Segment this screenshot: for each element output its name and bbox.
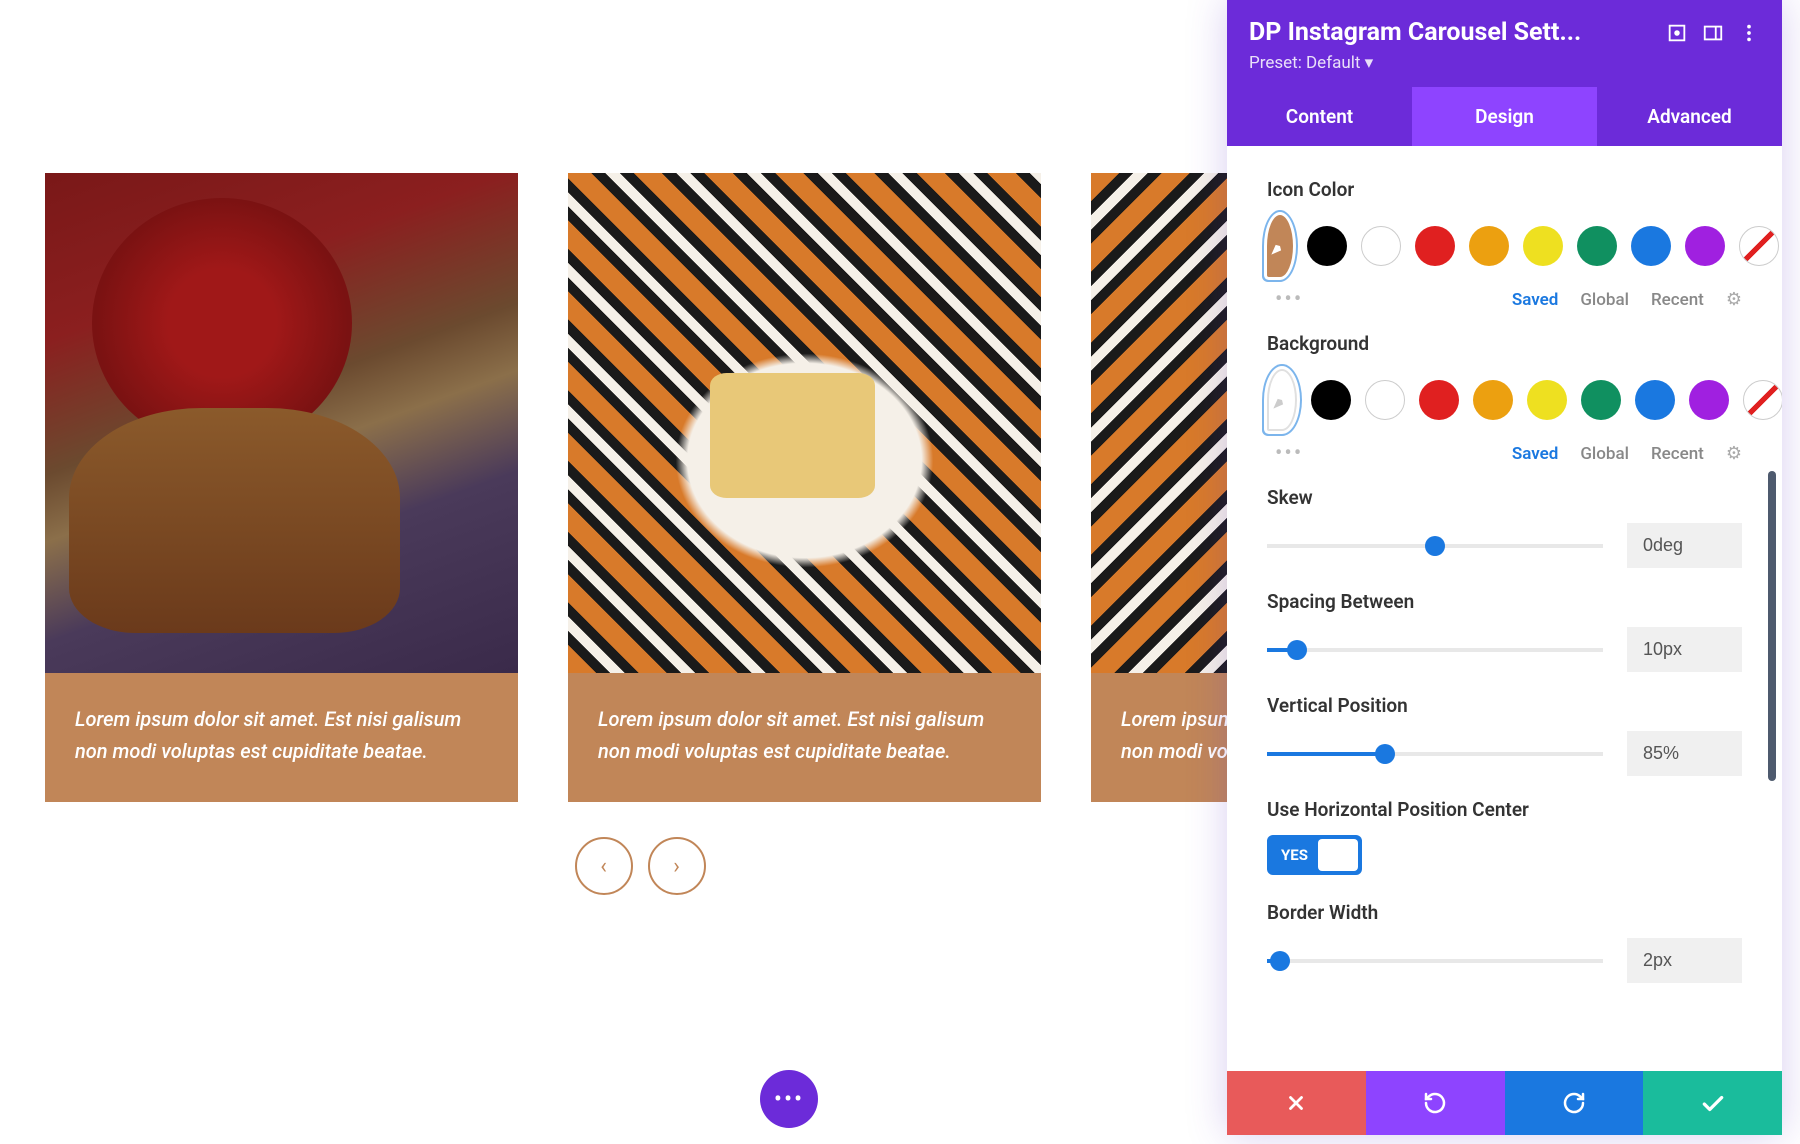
more-dots-icon[interactable]: ••• (1275, 287, 1303, 312)
carousel-nav: ‹ › (45, 837, 1235, 895)
swatch-purple[interactable] (1685, 226, 1725, 266)
label-spacing: Spacing Between (1267, 590, 1742, 613)
panel-tabs: Content Design Advanced (1227, 87, 1782, 146)
icon-color-subtabs: ••• Saved Global Recent ⚙ (1275, 287, 1742, 312)
tab-advanced[interactable]: Advanced (1597, 87, 1782, 146)
panel-header: DP Instagram Carousel Sett... Preset: De… (1227, 0, 1782, 87)
slider-thumb[interactable] (1270, 951, 1290, 971)
label-vpos: Vertical Position (1267, 694, 1742, 717)
picker-tab-global[interactable]: Global (1580, 290, 1629, 310)
card-caption: Lorem ipsum dolor sit amet. Est nisi gal… (45, 673, 518, 802)
swatch-black[interactable] (1311, 380, 1351, 420)
swatch-blue[interactable] (1631, 226, 1671, 266)
snap-icon[interactable] (1702, 22, 1724, 44)
spacing-value[interactable] (1627, 627, 1742, 672)
background-subtabs: ••• Saved Global Recent ⚙ (1275, 441, 1742, 466)
card-image (568, 173, 1041, 673)
vpos-value[interactable] (1627, 731, 1742, 776)
swatch-green[interactable] (1577, 226, 1617, 266)
swatch-none[interactable] (1743, 380, 1782, 420)
swatch-white[interactable] (1365, 380, 1405, 420)
prev-button[interactable]: ‹ (575, 837, 633, 895)
swatch-blue[interactable] (1635, 380, 1675, 420)
card-caption: Lorem ipsum dolor sit amet. Est nisi gal… (568, 673, 1041, 802)
gear-icon[interactable]: ⚙ (1726, 289, 1742, 310)
spacing-slider[interactable] (1267, 648, 1603, 652)
swatch-green[interactable] (1581, 380, 1621, 420)
label-hcenter: Use Horizontal Position Center (1267, 798, 1742, 821)
border-value[interactable] (1627, 938, 1742, 983)
label-icon-color: Icon Color (1267, 178, 1742, 201)
save-button[interactable] (1643, 1071, 1782, 1135)
settings-panel: DP Instagram Carousel Sett... Preset: De… (1227, 0, 1782, 1135)
tab-content[interactable]: Content (1227, 87, 1412, 146)
label-background: Background (1267, 332, 1742, 355)
color-picker-current[interactable] (1267, 369, 1297, 431)
carousel-card[interactable]: Lorem ipsum dolor sit amet. Est nisi gal… (568, 173, 1041, 802)
swatch-red[interactable] (1419, 380, 1459, 420)
more-dots-icon[interactable]: ••• (1275, 441, 1303, 466)
panel-title: DP Instagram Carousel Sett... (1249, 18, 1652, 47)
color-picker-current[interactable] (1267, 215, 1293, 277)
carousel: Lorem ipsum dolor sit amet. Est nisi gal… (45, 173, 1235, 895)
swatch-black[interactable] (1307, 226, 1347, 266)
scrollbar[interactable] (1768, 471, 1776, 781)
swatch-orange[interactable] (1469, 226, 1509, 266)
background-swatches (1267, 369, 1742, 431)
cancel-button[interactable] (1227, 1071, 1366, 1135)
preset-dropdown[interactable]: Preset: Default ▾ (1249, 53, 1760, 73)
undo-button[interactable] (1366, 1071, 1505, 1135)
builder-fab[interactable]: ••• (760, 1070, 818, 1128)
skew-slider[interactable] (1267, 544, 1603, 548)
icon-color-swatches (1267, 215, 1742, 277)
next-button[interactable]: › (648, 837, 706, 895)
swatch-orange[interactable] (1473, 380, 1513, 420)
picker-tab-saved[interactable]: Saved (1512, 290, 1559, 310)
swatch-red[interactable] (1415, 226, 1455, 266)
expand-icon[interactable] (1666, 22, 1688, 44)
swatch-yellow[interactable] (1523, 226, 1563, 266)
skew-value[interactable] (1627, 523, 1742, 568)
panel-footer (1227, 1071, 1782, 1135)
carousel-track[interactable]: Lorem ipsum dolor sit amet. Est nisi gal… (45, 173, 1235, 802)
swatch-yellow[interactable] (1527, 380, 1567, 420)
redo-button[interactable] (1505, 1071, 1644, 1135)
gear-icon[interactable]: ⚙ (1726, 443, 1742, 464)
swatch-none[interactable] (1739, 226, 1779, 266)
picker-tab-global[interactable]: Global (1580, 444, 1629, 464)
picker-tab-recent[interactable]: Recent (1651, 444, 1704, 464)
label-skew: Skew (1267, 486, 1742, 509)
card-image (45, 173, 518, 673)
carousel-card[interactable]: Lorem ipsum dolor sit amet. Est nisi gal… (45, 173, 518, 802)
slider-thumb[interactable] (1425, 536, 1445, 556)
picker-tab-saved[interactable]: Saved (1512, 444, 1559, 464)
swatch-white[interactable] (1361, 226, 1401, 266)
tab-design[interactable]: Design (1412, 87, 1597, 146)
vpos-slider[interactable] (1267, 752, 1603, 756)
picker-tab-recent[interactable]: Recent (1651, 290, 1704, 310)
hcenter-toggle[interactable]: YES (1267, 835, 1362, 875)
swatch-purple[interactable] (1689, 380, 1729, 420)
label-border: Border Width (1267, 901, 1742, 924)
toggle-label: YES (1281, 846, 1308, 864)
slider-thumb[interactable] (1375, 744, 1395, 764)
toggle-knob (1318, 839, 1358, 871)
border-slider[interactable] (1267, 959, 1603, 963)
slider-thumb[interactable] (1287, 640, 1307, 660)
more-icon[interactable] (1738, 22, 1760, 44)
panel-body[interactable]: Icon Color ••• Saved Global Recent ⚙ Bac… (1227, 146, 1782, 1071)
